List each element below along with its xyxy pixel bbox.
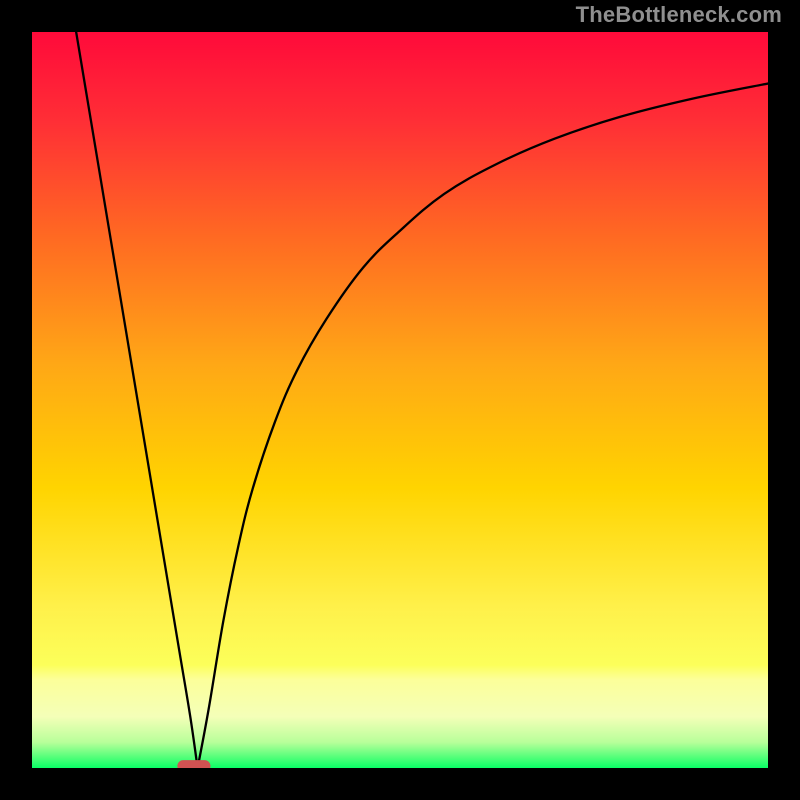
valley-marker-shape (177, 760, 210, 768)
plot-area (32, 32, 768, 768)
chart-svg (32, 32, 768, 768)
valley-marker (177, 760, 210, 768)
gradient-background (32, 32, 768, 768)
watermark-label: TheBottleneck.com (576, 2, 782, 28)
chart-outer-frame: TheBottleneck.com (0, 0, 800, 800)
